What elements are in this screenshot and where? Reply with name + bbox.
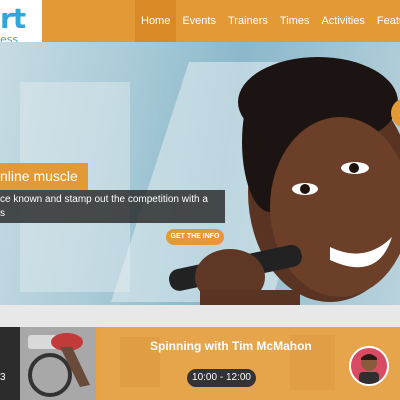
site-header: rt ess Home Events Trainers Times Activi…	[0, 0, 400, 54]
schedule-thumb-number: 3	[0, 372, 6, 383]
trainer-avatar-image	[359, 354, 379, 384]
nav-features[interactable]: Features	[371, 0, 400, 42]
hero-caption-title: nline muscle	[0, 163, 88, 190]
get-info-button[interactable]: GET THE INFO	[166, 229, 224, 245]
hero-caption-line-2: s	[0, 208, 5, 219]
class-time-badge: 10:00 - 12:00	[187, 369, 256, 387]
spinning-bike-image	[20, 327, 96, 400]
nav-activities[interactable]: Activities	[315, 0, 370, 42]
main-nav: Home Events Trainers Times Activities Fe…	[135, 0, 400, 42]
schedule-thumb-dark	[0, 327, 20, 400]
nav-events[interactable]: Events	[176, 0, 222, 42]
hero-caption-body: ce known and stamp out the competition w…	[0, 190, 225, 223]
logo-text: rt	[0, 2, 26, 35]
nav-times[interactable]: Times	[274, 0, 316, 42]
class-title: Spinning with Tim McMahon	[150, 339, 312, 353]
spinning-class-thumb[interactable]	[20, 327, 96, 400]
hero-caption-line-1: ce known and stamp out the competition w…	[0, 194, 208, 205]
nav-home[interactable]: Home	[135, 0, 177, 42]
trainer-avatar[interactable]	[349, 346, 389, 386]
nav-trainers[interactable]: Trainers	[222, 0, 274, 42]
